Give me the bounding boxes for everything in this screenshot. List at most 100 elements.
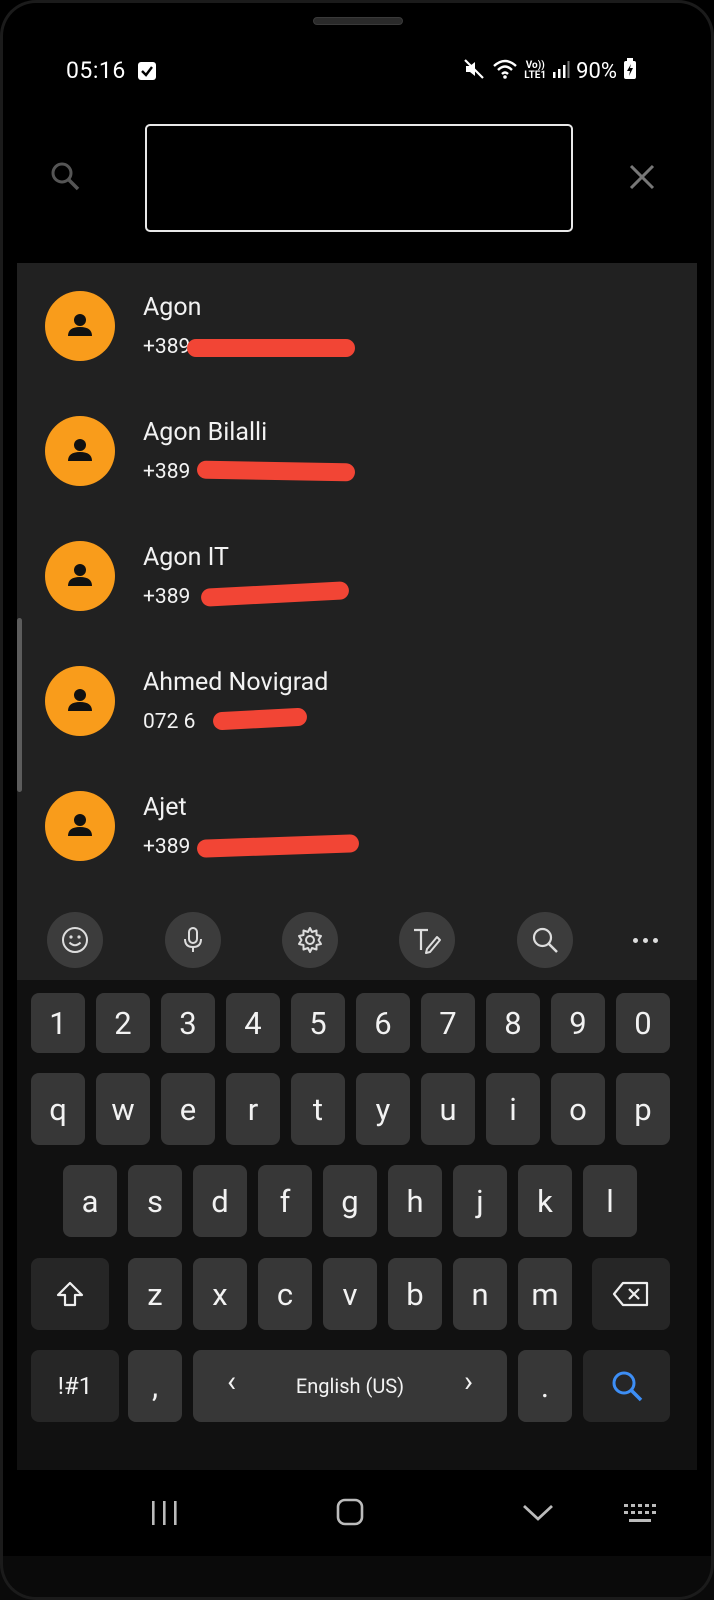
key-3[interactable]: 3: [161, 993, 215, 1053]
emoji-icon: [62, 927, 88, 953]
battery-charging-icon: [623, 58, 637, 84]
search-input[interactable]: [145, 124, 573, 232]
key-7[interactable]: 7: [421, 993, 475, 1053]
key-e[interactable]: e: [161, 1073, 215, 1145]
contact-item[interactable]: Agon IT +389: [17, 513, 697, 638]
keyboard-search-button[interactable]: [517, 912, 573, 968]
key-g[interactable]: g: [323, 1165, 377, 1237]
handwriting-icon: [414, 928, 441, 954]
key-u[interactable]: u: [421, 1073, 475, 1145]
person-icon: [68, 689, 92, 711]
key-d[interactable]: d: [193, 1165, 247, 1237]
device-bezel-bottom: [0, 1556, 714, 1600]
contact-name: Agon Bilalli: [143, 418, 268, 447]
key-m[interactable]: m: [518, 1258, 572, 1330]
contact-list[interactable]: Agon +389 Agon Bilalli +389 Agon IT +389…: [17, 263, 697, 898]
key-i[interactable]: i: [486, 1073, 540, 1145]
key-v[interactable]: v: [323, 1258, 377, 1330]
key-l[interactable]: l: [583, 1165, 637, 1237]
contact-item[interactable]: Ahmed Novigrad 072 6: [17, 638, 697, 763]
signal-icon: [552, 59, 570, 83]
key-w[interactable]: w: [96, 1073, 150, 1145]
microphone-icon: [184, 927, 202, 952]
contact-name: Ahmed Novigrad: [143, 668, 329, 697]
battery-percent: 90%: [576, 58, 617, 84]
contact-item[interactable]: Ajet +389: [17, 763, 697, 888]
contact-name: Agon IT: [143, 543, 229, 572]
key-o[interactable]: o: [551, 1073, 605, 1145]
phone-screen: 05:16 Vo)) LTE1 90% Agon +389 Agon Bilal…: [17, 40, 697, 1556]
key-y[interactable]: y: [356, 1073, 410, 1145]
avatar: [45, 291, 115, 361]
keyboard-hide-icon[interactable]: [623, 1502, 659, 1530]
key-5[interactable]: 5: [291, 993, 345, 1053]
comma-key[interactable]: ,: [128, 1350, 182, 1422]
search-action-key[interactable]: [583, 1350, 670, 1422]
emoji-button[interactable]: [47, 912, 103, 968]
key-s[interactable]: s: [128, 1165, 182, 1237]
contact-phone: +389: [143, 460, 191, 484]
shift-key[interactable]: [31, 1258, 109, 1330]
contact-item[interactable]: Agon Bilalli +389: [17, 388, 697, 513]
person-icon: [68, 314, 92, 336]
contact-name: Ajet: [143, 793, 187, 822]
key-t[interactable]: t: [291, 1073, 345, 1145]
avatar: [45, 541, 115, 611]
settings-icon: [298, 927, 322, 953]
close-icon[interactable]: [629, 164, 655, 194]
status-bar: 05:16 Vo)) LTE1 90%: [17, 40, 697, 104]
more-icon[interactable]: [625, 926, 665, 954]
backspace-key[interactable]: [592, 1258, 670, 1330]
navigation-bar: [17, 1470, 697, 1556]
person-icon: [68, 814, 92, 836]
key-a[interactable]: a: [63, 1165, 117, 1237]
language-prev-icon: ‹: [227, 1364, 237, 1399]
backspace-icon: [612, 1281, 649, 1307]
key-6[interactable]: 6: [356, 993, 410, 1053]
key-9[interactable]: 9: [551, 993, 605, 1053]
key-b[interactable]: b: [388, 1258, 442, 1330]
contact-item[interactable]: Agon +389: [17, 263, 697, 388]
person-icon: [68, 564, 92, 586]
contact-phone: +389: [143, 335, 191, 359]
key-q[interactable]: q: [31, 1073, 85, 1145]
key-h[interactable]: h: [388, 1165, 442, 1237]
home-icon[interactable]: [335, 1497, 365, 1531]
key-n[interactable]: n: [453, 1258, 507, 1330]
language-label: English (US): [295, 1374, 405, 1398]
scrollbar-thumb[interactable]: [17, 618, 22, 792]
keyboard-settings-button[interactable]: [282, 912, 338, 968]
key-0[interactable]: 0: [616, 993, 670, 1053]
back-chevron-down-icon[interactable]: [521, 1502, 555, 1528]
key-r[interactable]: r: [226, 1073, 280, 1145]
person-icon: [68, 439, 92, 461]
handwriting-button[interactable]: [399, 912, 455, 968]
key-8[interactable]: 8: [486, 993, 540, 1053]
key-k[interactable]: k: [518, 1165, 572, 1237]
key-4[interactable]: 4: [226, 993, 280, 1053]
key-2[interactable]: 2: [96, 993, 150, 1053]
wifi-icon: [492, 58, 518, 84]
task-checkbox-icon: [138, 62, 156, 80]
status-time: 05:16: [66, 57, 126, 84]
symbols-key[interactable]: !#1: [31, 1350, 119, 1422]
period-key[interactable]: .: [518, 1350, 572, 1422]
recent-apps-icon[interactable]: [149, 1500, 181, 1530]
contact-phone: 072 6: [143, 710, 196, 734]
voice-input-button[interactable]: [165, 912, 221, 968]
status-icons: Vo)) LTE1 90%: [462, 58, 637, 84]
redaction-mark: [200, 581, 350, 607]
key-c[interactable]: c: [258, 1258, 312, 1330]
camera-notch: [313, 17, 403, 25]
key-1[interactable]: 1: [31, 993, 85, 1053]
redaction-mark: [196, 460, 356, 482]
search-icon: [49, 160, 81, 196]
key-j[interactable]: j: [453, 1165, 507, 1237]
space-bar[interactable]: ‹ English (US) ›: [193, 1350, 507, 1422]
key-f[interactable]: f: [258, 1165, 312, 1237]
redaction-mark: [196, 834, 360, 858]
key-x[interactable]: x: [193, 1258, 247, 1330]
language-next-icon: ›: [463, 1364, 473, 1399]
key-p[interactable]: p: [616, 1073, 670, 1145]
key-z[interactable]: z: [128, 1258, 182, 1330]
